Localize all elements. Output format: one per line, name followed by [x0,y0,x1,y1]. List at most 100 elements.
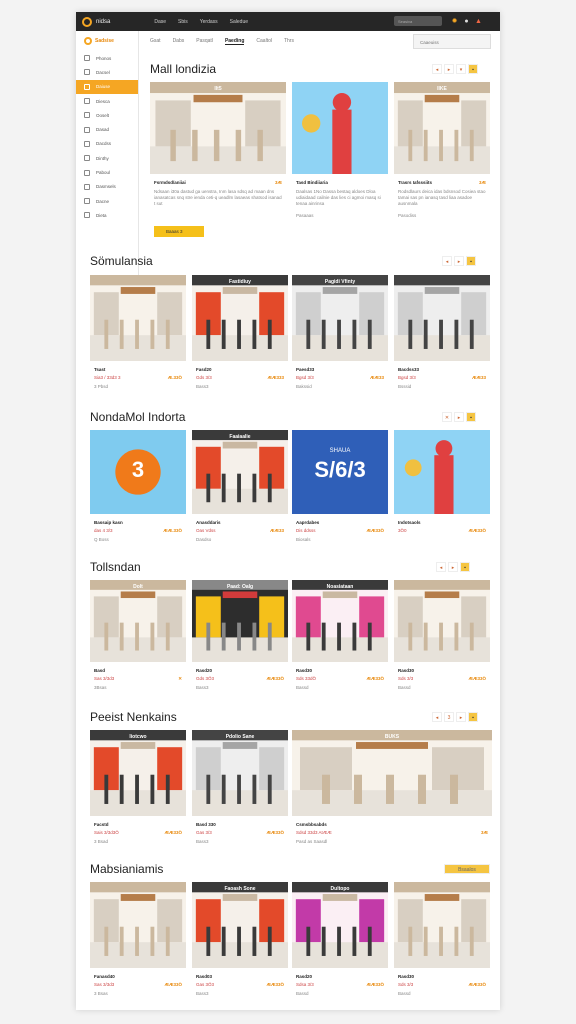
tab-0[interactable]: Gsat [150,38,161,45]
product-image[interactable]: Ilt5 [150,82,286,174]
product-card[interactable]: Noasiataan Rasd30 Sds 33dÖ ÆÆ33Ö Bassd [292,580,388,706]
tab-3[interactable]: Paeding [224,38,245,45]
product-card[interactable]: S/6/3 SHAUA Aaprdabes Dis ddsss ÆÆ33Ö Biosals [292,430,388,560]
user-icon[interactable]: ● [462,17,471,26]
product-card[interactable]: Faaiaalie Anasddaris Oas Vdss ÆÆ33 Dasdso [192,430,288,560]
bell-icon[interactable]: ▲ [474,17,483,26]
product-image[interactable]: Faaiaalie [192,430,288,514]
gear-icon[interactable]: ✹ [450,17,459,26]
product-card[interactable]: Iiotcwo Facstd Sais 3/3d3Ö ÆÆ33Ö 3 Bsad [90,730,186,866]
section-control-button[interactable]: ▪ [460,562,470,572]
sidebar-item-10[interactable]: Dacne [76,194,138,208]
product-card[interactable]: Fastidiuy Fasd20 Gds 3/3 ÆÆ333 Bass3 [192,275,288,397]
product-image[interactable]: S/6/3 SHAUA [292,430,388,514]
section-control-button[interactable]: ▸ [454,256,464,266]
product-image[interactable]: Pdolio Sane [192,730,288,816]
product-card[interactable]: Pdolio Sane Basd 330 Gas 3/3 ÆÆ33Ö Bass3 [192,730,288,866]
product-card[interactable]: 3 Bassaip kasn das 4 3/3 ÆÆ.33Ö Q Boss [90,430,186,560]
product-image[interactable]: Dolt [90,580,186,662]
sidebar-item-3[interactable]: Diesca [76,94,138,108]
section-title: NondaMol Indorta [90,410,186,424]
product-card[interactable]: Rasd30 Sds 3/3 ÆÆ33Ö Bassd [394,580,490,706]
product-image[interactable]: IIKE [394,82,490,174]
section-control-button[interactable]: ▪ [468,712,478,722]
nav-link-1[interactable]: Dase [154,19,166,25]
product-image[interactable] [394,580,490,662]
nav-link-2[interactable]: Sbis [178,19,188,25]
product-image[interactable] [90,882,186,968]
product-card[interactable]: Faoash Sone Rasd03 Gas 3Ö3 ÆÆ33Ö Bass3 [192,882,288,1004]
product-image[interactable]: Fastidiuy [192,275,288,361]
product-card[interactable]: Ilt5 Fsrmdsd/aniiai 3Æ Ndsaan i30a dastud g… [150,82,286,244]
sidebar-item-11[interactable]: Dieta [76,208,138,222]
product-image[interactable] [394,430,490,514]
buy-button[interactable]: Baaas 3 [154,226,204,237]
product-meta: Bakssid [296,384,312,389]
section-control-button[interactable]: Bsaalos [444,864,490,874]
section-control-button[interactable]: ▸ [448,562,458,572]
product-card[interactable]: BUKS Csmsbbsabds Sdsd 33d3 AtÆÆ 3Æ Pasd as S… [292,730,492,866]
product-card[interactable]: Rasd30 Sds 3/3 ÆÆ33Ö Bassd [394,882,490,1004]
section-control-button[interactable]: ◂ [432,64,442,74]
sidebar-item-4[interactable]: Ooselt [76,108,138,122]
content-search-input[interactable]: Caaeuiss [413,34,491,49]
sidebar-item-5[interactable]: Dasad [76,122,138,136]
product-image[interactable] [394,275,490,361]
product-card[interactable]: Paad: Oalg Rasd20 Gds 3Ö3 ÆÆ33Ö Bass3 [192,580,288,706]
product-meta: Bassd [398,991,411,996]
sidebar-item-8[interactable]: Paboul [76,165,138,179]
section-control-button[interactable]: ◂ [442,256,452,266]
section-control-button[interactable]: 3 [444,712,454,722]
product-image[interactable]: 3 [90,430,186,514]
product-image[interactable] [394,882,490,968]
sidebar-item-9[interactable]: Dasmsels [76,180,138,194]
product-subtitle: Bgsd 3/3 [296,375,314,380]
section-control-button[interactable]: ▸ [456,712,466,722]
nav-link-4[interactable]: Saledue [230,19,248,25]
card-sub-row: Gas 3Ö3 ÆÆ33Ö [196,982,284,988]
section-control-button[interactable]: ▪ [468,64,478,74]
sidebar-item-1[interactable]: Dacsel [76,65,138,79]
header-search-input[interactable]: Seasiva [394,16,442,26]
product-image[interactable]: Paad: Oalg [192,580,288,662]
product-image[interactable]: Noasiataan [292,580,388,662]
section-control-button[interactable]: ▸ [444,64,454,74]
section-control-button[interactable]: ◂ [436,562,446,572]
product-price: 3Æ [478,180,486,185]
product-subtitle: Sas 3/3d3 [94,982,115,987]
product-image[interactable]: Pagidi Vfinty [292,275,388,361]
tab-2[interactable]: Pasqatl [196,38,213,45]
section-control-button[interactable]: ▪ [466,256,476,266]
product-image[interactable] [90,275,186,361]
section-control-button[interactable]: ▸ [454,412,464,422]
product-image[interactable]: Faoash Sone [192,882,288,968]
product-image[interactable]: Dultopo [292,882,388,968]
tab-1[interactable]: Dabs [173,38,185,45]
tab-5[interactable]: Thrs [284,38,294,45]
product-image[interactable] [292,82,388,174]
product-image[interactable]: Iiotcwo [90,730,186,816]
section-control-button[interactable]: ✕ [442,412,452,422]
card-sub-row: Dis ddsss ÆÆ33Ö [296,528,384,534]
product-card[interactable]: Dolt Basd Sas 3/3d3 ✕ 3Bsas [90,580,186,706]
product-image[interactable]: BUKS [292,730,492,816]
sidebar-item-2[interactable]: Daiuse [76,79,138,94]
section-control-button[interactable]: ▾ [456,64,466,74]
sidebar-item-6[interactable]: Dacdss [76,137,138,151]
tab-4[interactable]: Caaltol [256,38,272,45]
product-card[interactable]: Tasd Bindiiaria Daalsas 1No Dassa bestaq … [292,82,388,244]
product-card[interactable]: Indotsaols 3Ö0 ÆÆ33Ö [394,430,490,560]
sidebar-item-7[interactable]: Dinthy [76,151,138,165]
nav-link-3[interactable]: Yerdass [200,19,218,25]
section-control-button[interactable]: ▪ [466,412,476,422]
product-name: Basd 330 [196,822,216,827]
section-control-button[interactable]: ◂ [432,712,442,722]
product-card[interactable]: Fanasd40 Sas 3/3d3 ÆÆ33Ö 3 Bsas [90,882,186,1004]
product-card[interactable]: Dultopo Rasd20 Sdsa 3/3 ÆÆ33Ö Bassd [292,882,388,1004]
product-price: ÆÆ33Ö [366,982,384,987]
product-card[interactable]: Tsast Sia3 / 33d3 3 Æ.33Ö 3 Pbsd [90,275,186,397]
product-card[interactable]: IIKE Trasrs Iafsssiits 3Æ Rodsdlaurs deica … [394,82,490,244]
product-card[interactable]: Pagidi Vfinty Paesd33 Bgsd 3/3 ÆÆ33 Bakssid [292,275,388,397]
sidebar-item-0[interactable]: Phonos [76,51,138,65]
product-card[interactable]: Bacdss33 Bgsd 3/3 ÆÆ33 Bsssid [394,275,490,397]
